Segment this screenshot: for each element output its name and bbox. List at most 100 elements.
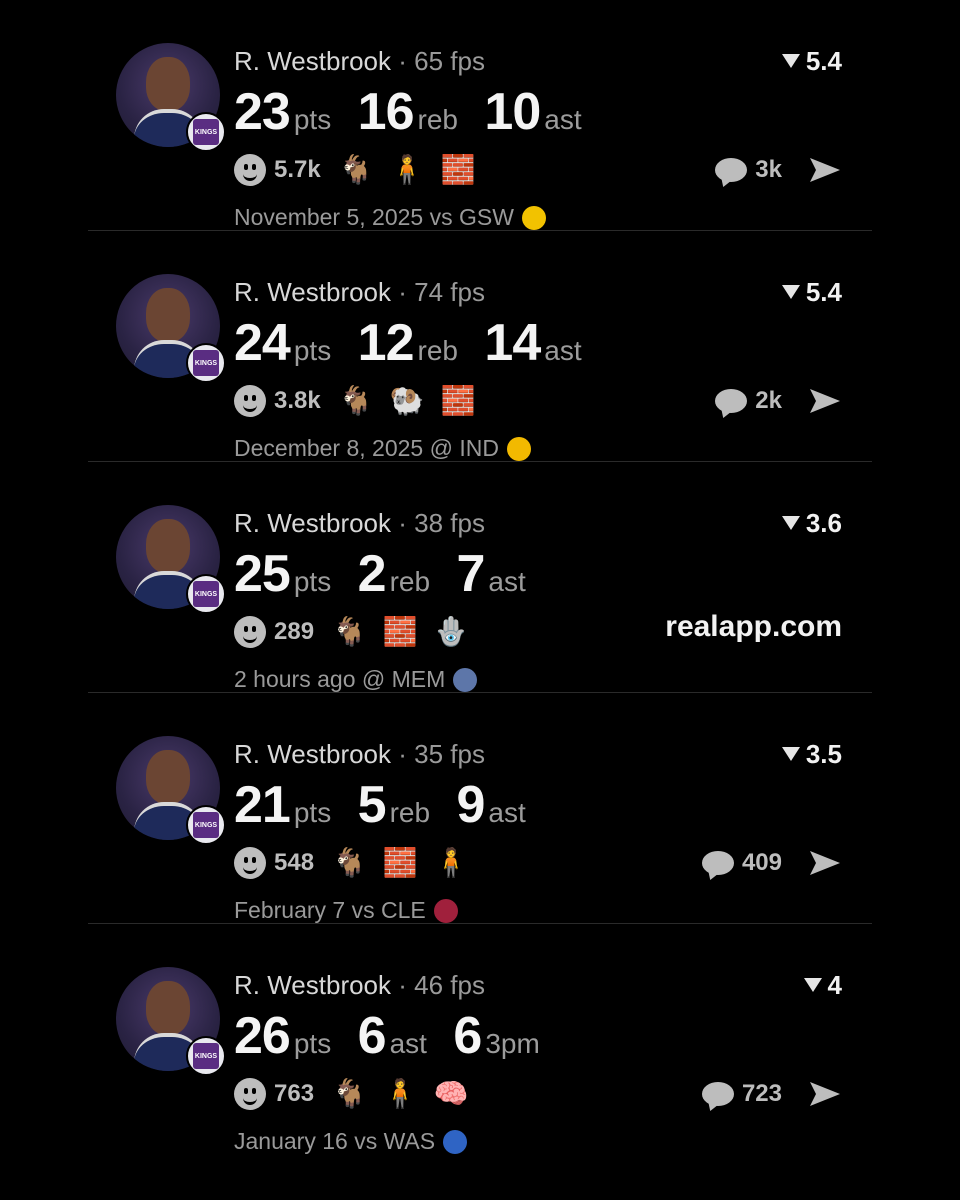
player-name-line: R. Westbrook · 46 fps (234, 970, 485, 1001)
comment-count[interactable]: 3k (755, 156, 782, 184)
post-card[interactable]: KINGS R. Westbrook · 74 fps 5.4 24 pts 12… (88, 231, 872, 462)
comment-count[interactable]: 723 (742, 1080, 782, 1108)
stat: 16 reb (358, 82, 458, 142)
stat-value: 14 (484, 314, 541, 372)
fps-count: 38 fps (414, 508, 485, 538)
game-date-text: February 7 vs CLE (234, 897, 426, 923)
rating[interactable]: 5.4 (781, 277, 842, 308)
smiley-reaction-icon[interactable] (234, 847, 266, 879)
smiley-reaction-icon[interactable] (234, 616, 266, 648)
send-icon[interactable] (808, 1080, 842, 1108)
rating[interactable]: 5.4 (781, 46, 842, 77)
stat-value: 24 (234, 314, 291, 372)
player-name[interactable]: R. Westbrook (234, 508, 391, 538)
brick-emoji-icon[interactable]: 🧱 (440, 156, 475, 184)
reaction-emoji-icon[interactable]: 🧍 (383, 1080, 418, 1108)
player-name[interactable]: R. Westbrook (234, 277, 391, 307)
rating-triangle-icon (781, 516, 800, 530)
brain-emoji-icon[interactable]: 🧠 (434, 1080, 469, 1108)
player-name-line: R. Westbrook · 65 fps (234, 46, 485, 77)
smiley-reaction-icon[interactable] (234, 385, 266, 417)
reaction-count: 3.8k (274, 387, 321, 414)
team-badge: KINGS (186, 1036, 226, 1076)
rating[interactable]: 3.5 (781, 739, 842, 770)
send-icon[interactable] (808, 156, 842, 184)
goat-emoji-icon[interactable]: 🐐 (332, 1080, 367, 1108)
fps-count: 46 fps (414, 970, 485, 1000)
comment-count[interactable]: 409 (742, 849, 782, 877)
reactions-bar: 548 🐐 🧱 🧍 (234, 845, 485, 881)
rating-value: 5.4 (805, 277, 842, 307)
game-date-text: December 8, 2025 @ IND (234, 435, 499, 461)
reactions-bar: 5.7k 🐐 🧍 🧱 (234, 152, 491, 188)
separator-dot: · (398, 739, 407, 769)
game-date-text: 2 hours ago @ MEM (234, 666, 446, 692)
player-name[interactable]: R. Westbrook (234, 739, 391, 769)
rating-value: 5.4 (805, 46, 842, 76)
comment-count[interactable]: 2k (755, 387, 782, 415)
stat-unit: pts (293, 566, 332, 597)
brick-emoji-icon[interactable]: 🧱 (383, 618, 418, 646)
send-icon[interactable] (808, 849, 842, 877)
post-card[interactable]: KINGS R. Westbrook · 46 fps 4 26 pts 6 ast… (88, 924, 872, 1154)
rating[interactable]: 3.6 (781, 508, 842, 539)
stat: 7 ast (457, 544, 526, 604)
stat-value: 6 (453, 1007, 482, 1065)
game-date: February 7 vs CLE (234, 897, 458, 924)
rating-value: 3.6 (805, 508, 842, 538)
smiley-reaction-icon[interactable] (234, 1078, 266, 1110)
goat-emoji-icon[interactable]: 🐐 (332, 849, 367, 877)
comments-and-share: 3k (715, 152, 842, 188)
stat-value: 6 (357, 1007, 387, 1065)
rating[interactable]: 4 (803, 970, 842, 1001)
comment-bubble-icon[interactable] (701, 851, 734, 875)
stat-value: 25 (234, 545, 291, 603)
goat-emoji-icon[interactable]: 🐐 (332, 618, 367, 646)
reaction-count: 763 (274, 1080, 315, 1107)
rating-triangle-icon (803, 978, 822, 992)
post-card[interactable]: KINGS R. Westbrook · 35 fps 3.5 21 pts 5r… (88, 693, 872, 924)
opponent-logo-icon (453, 667, 478, 692)
fps-count: 65 fps (414, 46, 485, 76)
stat: 24 pts (234, 313, 331, 373)
stat-unit: reb (389, 566, 431, 597)
rating-triangle-icon (781, 54, 800, 68)
stat-value: 21 (234, 776, 291, 834)
reaction-emoji-icon[interactable]: 🧍 (390, 156, 425, 184)
game-date: November 5, 2025 vs GSW (234, 204, 546, 231)
stat: 9 ast (457, 775, 526, 835)
comments-and-share: 723 (701, 1076, 842, 1112)
stat: 2 reb (358, 544, 430, 604)
stat-value: 10 (484, 83, 541, 141)
opponent-logo-icon (521, 205, 546, 230)
post-card[interactable]: KINGS R. Westbrook · 38 fps 3.6 25 pts 2r… (88, 462, 872, 693)
goat-emoji-icon[interactable]: 🐐 (339, 156, 374, 184)
comment-bubble-icon[interactable] (701, 1082, 734, 1106)
team-badge: KINGS (186, 805, 226, 845)
promo-link[interactable]: realapp.com (665, 610, 842, 644)
reaction-emoji-icon[interactable]: 🧍 (434, 849, 469, 877)
goat-emoji-icon[interactable]: 🐐 (339, 387, 374, 415)
stat-value: 9 (456, 776, 486, 834)
player-name[interactable]: R. Westbrook (234, 46, 391, 76)
stat-line: 21 pts 5 reb 9 ast (234, 775, 548, 835)
separator-dot: · (398, 508, 407, 538)
comment-bubble-icon[interactable] (715, 389, 748, 413)
rating-triangle-icon (781, 747, 800, 761)
brick-emoji-icon[interactable]: 🧱 (383, 849, 418, 877)
stat: 21 pts (234, 775, 331, 835)
send-icon[interactable] (808, 387, 842, 415)
fps-count: 74 fps (414, 277, 485, 307)
stat-line: 25 pts 2 reb 7 ast (234, 544, 548, 604)
post-card[interactable]: KINGS R. Westbrook · 65 fps 5.4 23 pts 16… (88, 0, 872, 231)
reaction-count: 5.7k (274, 156, 321, 183)
player-name[interactable]: R. Westbrook (234, 970, 391, 1000)
ram-emoji-icon[interactable]: 🐏 (390, 387, 425, 415)
smiley-reaction-icon[interactable] (234, 154, 266, 186)
brick-emoji-icon[interactable]: 🧱 (440, 387, 475, 415)
stat-unit: pts (293, 1028, 332, 1059)
kings-logo-icon: KINGS (193, 350, 219, 376)
comment-bubble-icon[interactable] (715, 158, 748, 182)
separator-dot: · (398, 277, 407, 307)
hamsa-emoji-icon[interactable]: 🪬 (434, 618, 469, 646)
